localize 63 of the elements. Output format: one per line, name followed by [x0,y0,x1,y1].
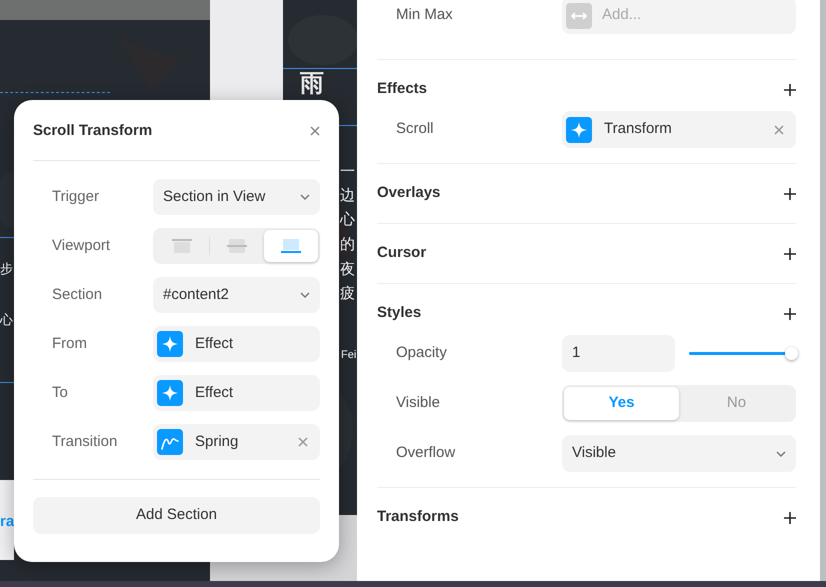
add-icon[interactable] [784,84,796,96]
canvas-text: 心 [340,212,355,227]
section-title: Transforms [377,507,459,528]
number-field[interactable]: 1 [562,335,675,372]
add-icon[interactable] [784,512,796,524]
resize-arrows-icon [566,2,592,28]
section-title: Overlays [377,183,440,204]
close-icon[interactable] [310,126,320,136]
canvas-text: Fei [341,350,356,361]
effect-chip[interactable]: Spring [153,424,320,460]
popup-title: Scroll Transform [33,120,152,141]
effect-chip[interactable]: Transform [562,111,796,148]
field-label: From [51,334,88,354]
section-title: Cursor [377,243,426,264]
sparkle-icon [566,116,592,142]
canvas-text: 一 [340,164,355,179]
min-max-field[interactable]: Add... [562,0,796,34]
viewport-position-icon [227,239,247,253]
close-icon[interactable] [298,437,308,447]
field-label: Visible [395,393,441,414]
chip-label: Effect [195,382,234,403]
canvas-text: 边 [340,188,355,203]
canvas-text: 心 [0,313,13,326]
field-label: Viewport [51,236,112,256]
add-input[interactable]: Add... [602,4,722,27]
field-label: Scroll [395,119,435,140]
field-label: Transition [51,432,118,452]
viewport-option[interactable] [264,230,318,262]
select-field[interactable]: Section in View [153,179,320,215]
canvas-text: 步 [0,262,13,275]
add-icon[interactable] [784,248,796,260]
section-title: Styles [377,303,422,324]
canvas-heading: 雨 [300,72,324,96]
viewport-position-icon [281,239,301,253]
viewport-position-icon [172,239,192,253]
canvas-text: 的 [340,237,355,252]
chevron-down-icon [300,194,310,200]
effect-chip[interactable]: Effect [153,375,320,411]
field-label: Trigger [51,186,100,207]
chip-label: Transform [604,119,673,140]
field-label: Section [51,284,104,305]
close-icon[interactable] [774,124,784,134]
add-icon[interactable] [784,188,796,200]
sparkle-icon [157,331,183,357]
select-field[interactable]: #content2 [153,277,320,313]
canvas-text: 夜 [340,262,355,277]
field-label: Overflow [395,443,456,464]
chevron-down-icon [300,292,310,298]
field-label: Min Max [395,5,454,26]
canvas-text: 疲 [340,286,355,301]
effect-chip[interactable]: Effect [153,326,320,362]
select-field[interactable]: Visible [562,435,796,472]
slider-thumb[interactable] [784,347,798,360]
section-title: Effects [377,79,428,100]
field-label: To [51,382,69,403]
sparkle-icon [157,380,183,406]
chevron-down-icon [776,450,786,456]
add-section-button[interactable]: Add Section [33,497,320,534]
chip-label: Effect [195,334,234,354]
chip-label: Spring [195,432,240,452]
add-icon[interactable] [784,308,796,320]
curve-icon [157,429,183,455]
field-label: Opacity [395,343,448,364]
